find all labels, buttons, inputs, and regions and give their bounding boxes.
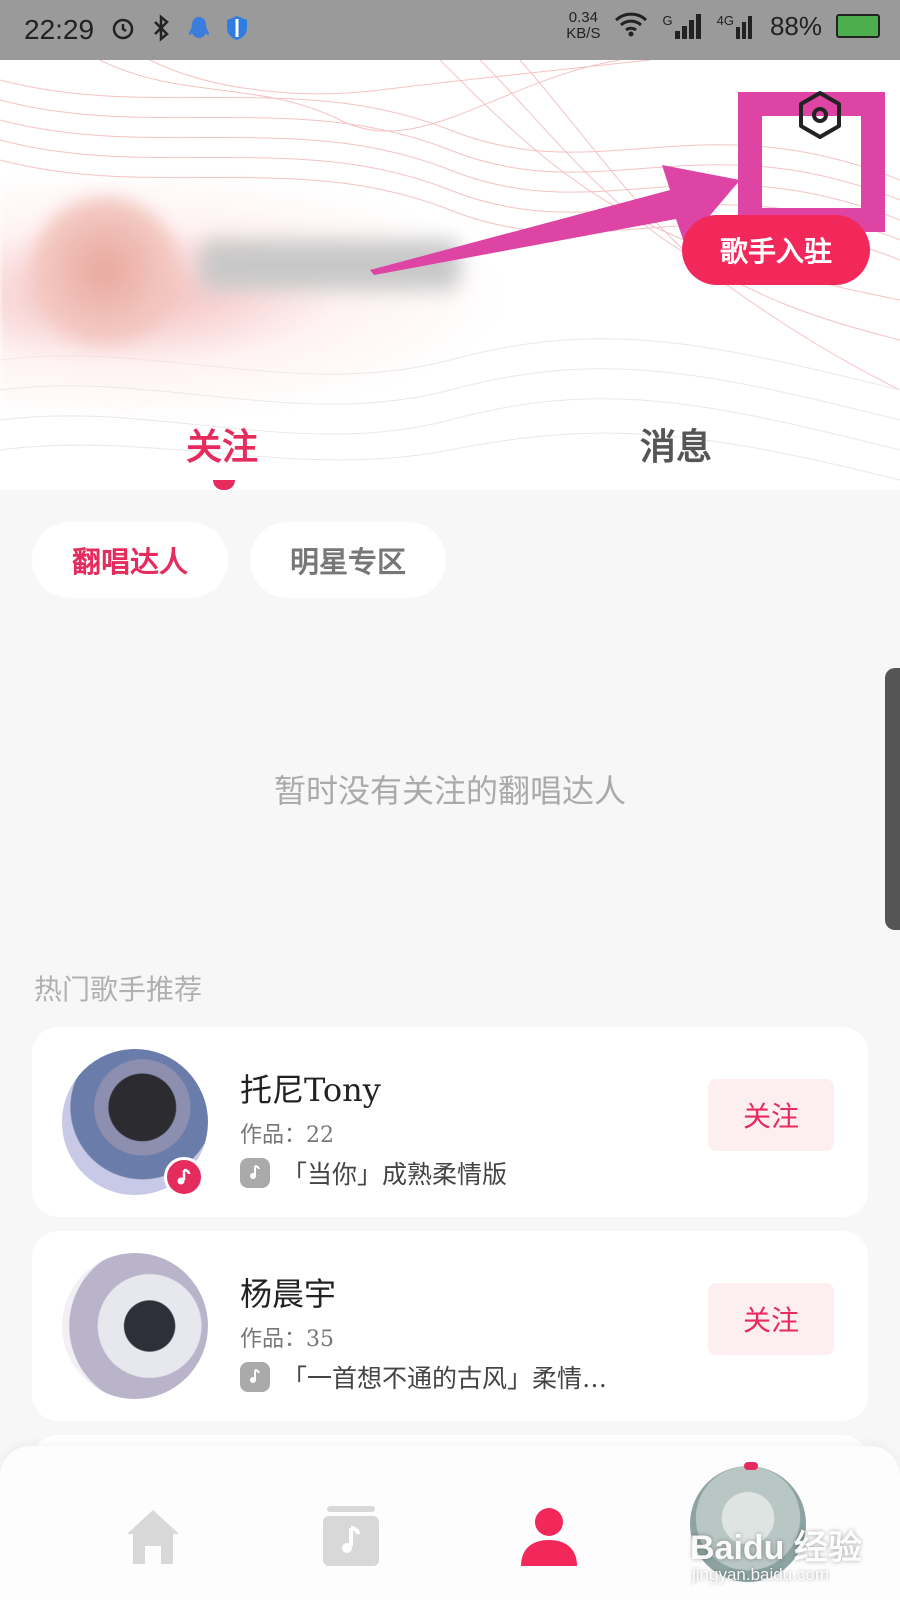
- singer-name: 托尼Tony: [240, 1071, 381, 1109]
- settings-button[interactable]: [790, 85, 850, 145]
- home-icon: [127, 1510, 179, 1564]
- nav-home[interactable]: [113, 1496, 193, 1576]
- watermark-brand: Baidu 经验: [690, 1529, 862, 1567]
- now-playing-indicator: [744, 1462, 758, 1470]
- singer-song[interactable]: 「一首想不通的古风」柔情…: [240, 1359, 607, 1395]
- scroll-handle[interactable]: [885, 668, 900, 930]
- wifi-icon: [614, 11, 648, 42]
- song-title: 「一首想不通的古风」柔情…: [282, 1364, 608, 1393]
- alarm-icon: [110, 14, 136, 42]
- profile-header: 歌手入驻 关注 消息: [0, 60, 900, 490]
- net-speed-unit: KB/S: [566, 25, 601, 42]
- singer-song[interactable]: 「当你」成熟柔情版: [240, 1155, 507, 1191]
- singer-card[interactable]: 托尼Tony 作品：22 「当你」成熟柔情版 关注: [32, 1027, 868, 1217]
- cell-signal-icon: G: [662, 13, 702, 39]
- status-icons: [110, 14, 250, 42]
- status-right: 0.34 KB/S G 4G 88%: [566, 10, 880, 42]
- net-speed-value: 0.34: [568, 9, 598, 26]
- singer-join-button[interactable]: 歌手入驻: [682, 215, 870, 285]
- chip-star-zone[interactable]: 明星专区: [250, 522, 446, 598]
- net-speed: 0.34 KB/S: [566, 10, 600, 42]
- tab-follow[interactable]: 关注: [186, 418, 258, 470]
- watermark-url: jingyan.baidu.com: [692, 1565, 830, 1584]
- bluetooth-icon: [148, 14, 174, 42]
- settings-hexagon-icon: [799, 91, 841, 139]
- battery-icon: [836, 14, 880, 38]
- status-bar: 22:29 0.34 KB/S G 4G 88%: [0, 0, 900, 60]
- signal-label-2: 4G: [716, 13, 734, 28]
- music-badge-icon: [164, 1157, 204, 1197]
- music-note-icon: [240, 1158, 270, 1188]
- singer-name: 杨晨宇: [240, 1275, 337, 1313]
- section-title: 热门歌手推荐: [34, 973, 203, 1006]
- nav-profile[interactable]: [509, 1496, 589, 1576]
- nav-library[interactable]: [311, 1496, 391, 1576]
- user-avatar[interactable]: [30, 195, 180, 345]
- music-library-icon: [323, 1506, 379, 1566]
- song-title: 「当你」成熟柔情版: [282, 1160, 508, 1189]
- chip-cover-singers[interactable]: 翻唱达人: [32, 522, 228, 598]
- signal-label-1: G: [662, 13, 673, 28]
- qq-icon: [186, 14, 212, 42]
- follow-button[interactable]: 关注: [708, 1079, 834, 1151]
- cell-signal-4g-icon: 4G: [717, 13, 756, 39]
- singer-works-count: 作品：22: [240, 1123, 334, 1148]
- singer-works-count: 作品：35: [240, 1327, 334, 1352]
- tab-messages[interactable]: 消息: [640, 418, 712, 470]
- shield-icon: [224, 14, 250, 42]
- singer-avatar[interactable]: [62, 1253, 208, 1399]
- profile-icon: [521, 1508, 577, 1566]
- status-time: 22:29: [24, 14, 95, 45]
- singer-card[interactable]: 杨晨宇 作品：35 「一首想不通的古风」柔情… 关注: [32, 1231, 868, 1421]
- music-note-icon: [240, 1362, 270, 1392]
- empty-state-text: 暂时没有关注的翻唱达人: [273, 772, 626, 810]
- battery-percent: 88%: [769, 10, 822, 41]
- follow-button[interactable]: 关注: [708, 1283, 834, 1355]
